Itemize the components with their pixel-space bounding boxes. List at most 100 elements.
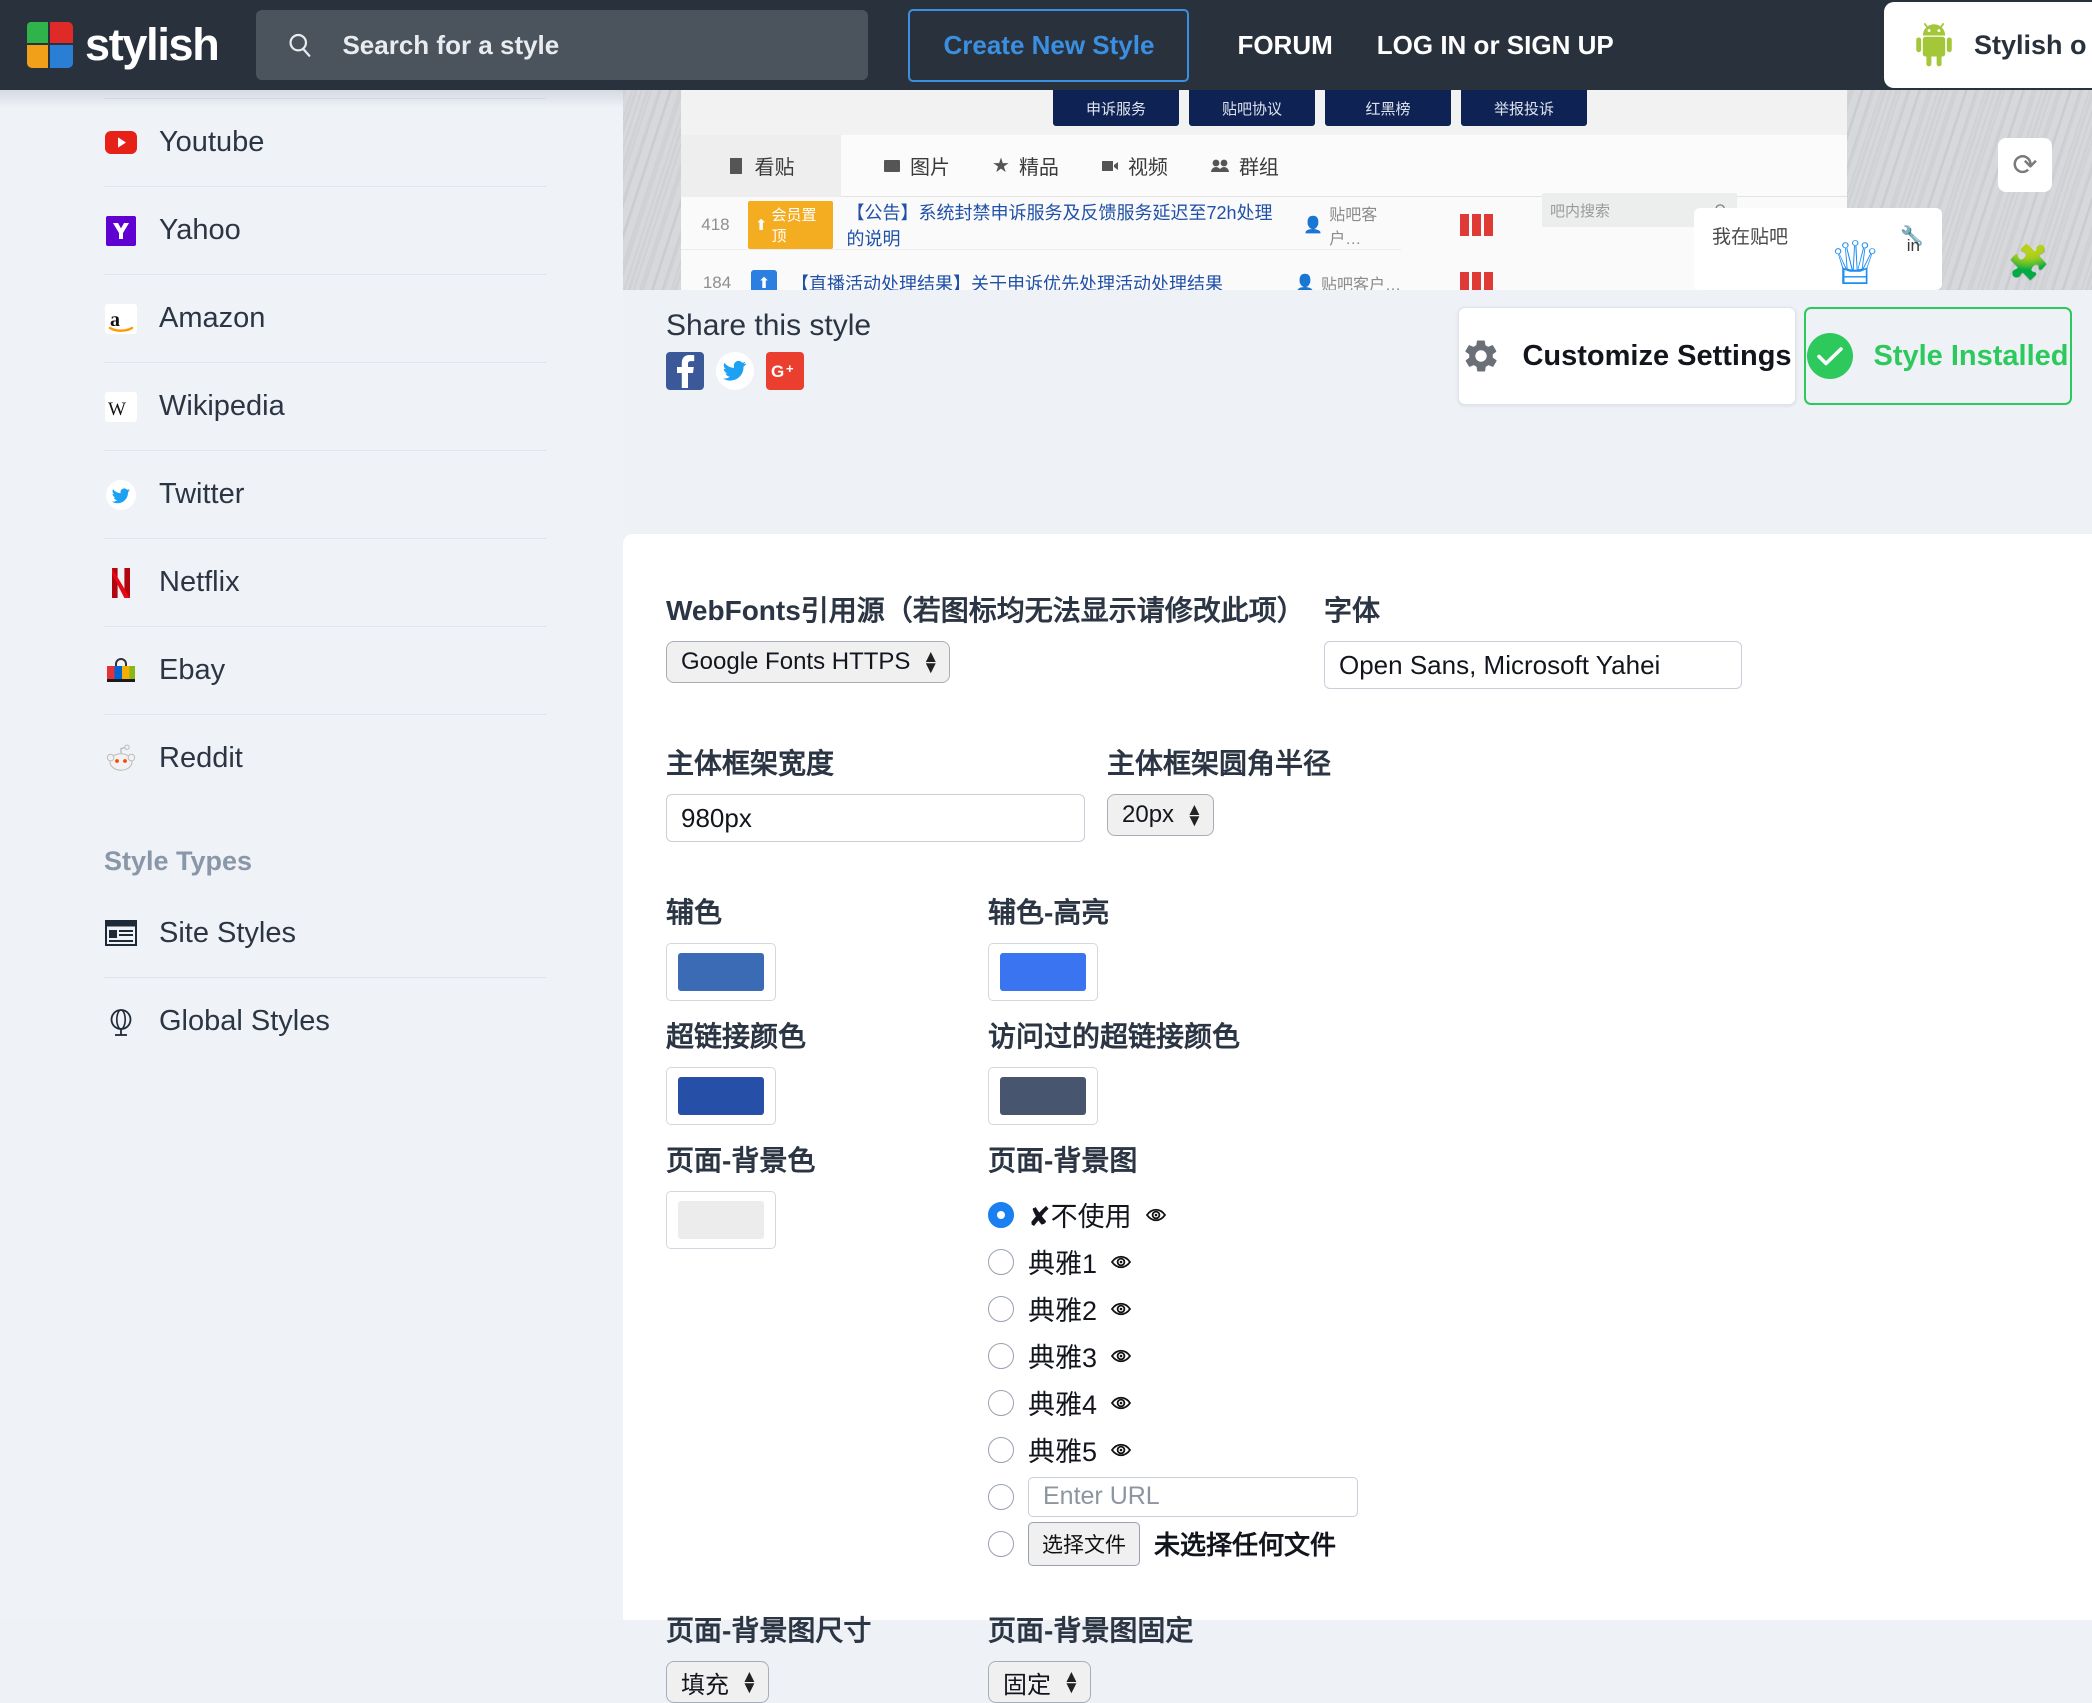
preview-thread-count: 418 [701,214,730,234]
eye-icon[interactable] [1111,1252,1143,1272]
brand-home-link[interactable]: stylish [0,19,220,71]
user-icon: 👤 [1303,216,1324,234]
brand-name: stylish [85,19,220,70]
font-input[interactable]: Open Sans, Microsoft Yahei [1324,641,1742,689]
choose-file-button[interactable]: 选择文件 [1028,1521,1140,1566]
frame-width-input[interactable]: 980px [666,794,1085,842]
bg-file-row[interactable]: 选择文件 未选择任何文件 [988,1520,1358,1567]
page-bg-color-picker[interactable] [666,1191,776,1249]
sidebar-label: Twitter [159,478,245,510]
wikipedia-icon: W [104,390,138,424]
page-bg-image-label: 页面-背景图 [988,1145,1138,1176]
netflix-icon [104,566,138,600]
star-icon: ★ [992,155,1010,177]
share-bar: Share this style G + Customize Settings … [623,290,2092,424]
facebook-share-button[interactable] [666,352,704,390]
bg-url-row[interactable]: Enter URL [988,1473,1358,1520]
preview-thread-title: 【公告】系统封禁申诉服务及反馈服务延迟至72h处理的说明 [846,202,1273,249]
accent-color-picker[interactable] [666,943,776,1001]
style-preview-image[interactable]: 申诉服务 贴吧协议 红黑榜 举报投诉 看贴 图片 ★ 精品 视频 群组 吧内搜索… [623,90,2092,290]
page-bg-color-label: 页面-背景色 [666,1145,816,1176]
bg-option-row[interactable]: 典雅4 [988,1379,1358,1426]
sidebar-label: Wikipedia [159,390,285,422]
bg-option-radio[interactable] [988,1436,1014,1463]
sidebar-item-wikipedia[interactable]: W Wikipedia [104,362,546,450]
bg-option-label: ✘不使用 [1028,1202,1132,1232]
eye-icon[interactable] [1111,1393,1143,1413]
bg-option-row[interactable]: 典雅5 [988,1426,1358,1473]
bg-option-row[interactable]: 典雅2 [988,1285,1358,1332]
bg-option-radio[interactable] [988,1342,1014,1369]
sidebar-sites-list: Youtube Yahoo a Amazon W Wikipedia Twitt… [0,98,623,802]
sidebar-item-amazon[interactable]: a Amazon [104,274,546,362]
visited-link-picker[interactable] [988,1067,1098,1125]
webfonts-source-select[interactable]: Google Fonts HTTPS ▲ ▼ [666,641,951,683]
font-label: 字体 [1324,595,1381,626]
eye-icon[interactable] [1111,1440,1143,1460]
bg-option-row[interactable]: 典雅1 [988,1238,1358,1285]
eye-icon[interactable] [1111,1299,1143,1319]
sidebar-item-youtube[interactable]: Youtube [104,98,546,186]
sidebar-item-yahoo[interactable]: Yahoo [104,186,546,274]
bg-url-input[interactable]: Enter URL [1028,1476,1358,1517]
eye-icon[interactable] [1145,1205,1178,1225]
check-icon [1807,333,1854,379]
refresh-icon: ⟳ [1998,138,2052,192]
nav-login-signup-link[interactable]: LOG IN or SIGN UP [1377,30,1614,61]
search-placeholder: Search for a style [342,29,560,60]
group-icon [1210,159,1229,172]
frame-radius-select[interactable]: 20px ▲ ▼ [1107,794,1214,836]
search-input[interactable]: Search for a style [256,10,869,80]
accent-highlight-picker[interactable] [988,943,1098,1001]
arrow-up-icon: ⬆ [754,216,768,234]
sidebar-item-ebay[interactable]: Ebay [104,626,546,714]
bg-size-select[interactable]: 填充 ▲ ▼ [666,1661,769,1703]
extension-indicator[interactable]: Stylish o [1884,2,2092,88]
sidebar: Youtube Yahoo a Amazon W Wikipedia Twitt… [0,90,623,1620]
bg-option-label: 典雅1 [1028,1249,1098,1279]
bg-url-radio[interactable] [988,1483,1014,1510]
nav-forum-link[interactable]: FORUM [1237,30,1332,61]
bg-option-radio[interactable] [988,1201,1014,1228]
bg-fixed-select[interactable]: 固定 ▲ ▼ [988,1661,1091,1703]
visited-link-label: 访问过的超链接颜色 [988,1021,1241,1052]
sidebar-item-reddit[interactable]: Reddit [104,714,546,802]
webfonts-label: WebFonts引用源（若图标均无法显示请修改此项） [666,595,1305,626]
bg-option-row[interactable]: ✘不使用 [988,1191,1358,1238]
bg-option-radio[interactable] [988,1248,1014,1275]
sidebar-item-global-styles[interactable]: Global Styles [104,977,546,1065]
bg-option-radio[interactable] [988,1389,1014,1416]
bg-file-radio[interactable] [988,1530,1014,1557]
settings-row-colors: 辅色 超链接颜色 页面-背景色 辅色-高亮 访问过的超链接颜色 页面-背景图 ✘… [666,891,2092,1567]
customize-settings-button[interactable]: Customize Settings [1458,307,1796,405]
bg-size-label: 页面-背景图尺寸 [666,1615,872,1646]
sidebar-item-twitter[interactable]: Twitter [104,450,546,538]
user-icon: 👤 [1295,274,1315,291]
eye-icon[interactable] [1111,1346,1143,1366]
preview-badge-label: 会员置顶 [771,206,817,245]
sidebar-item-netflix[interactable]: Netflix [104,538,546,626]
search-icon [289,33,311,57]
video-icon [1101,160,1118,171]
style-installed-label: Style Installed [1873,339,2069,372]
create-new-style-button[interactable]: Create New Style [908,8,1190,82]
style-installed-button[interactable]: Style Installed [1804,307,2072,405]
sidebar-section-title: Style Types [104,846,253,876]
preview-dark-tab: 申诉服务 [1053,90,1179,126]
android-icon [1916,23,1952,67]
frame-radius-value: 20px [1122,801,1175,828]
chevron-updown-icon: ▲ ▼ [741,1666,758,1697]
sidebar-label: Global Styles [159,1005,330,1037]
global-styles-icon [104,1005,138,1039]
bg-option-radio[interactable] [988,1295,1014,1322]
bg-option-row[interactable]: 典雅3 [988,1332,1358,1379]
googleplus-share-button[interactable]: G + [766,352,804,390]
link-color-label: 超链接颜色 [666,1021,807,1052]
sidebar-label: Yahoo [159,214,241,246]
preview-red-bars [1460,271,1493,290]
customize-settings-label: Customize Settings [1522,339,1792,372]
twitter-share-button[interactable] [716,352,754,390]
sidebar-item-site-styles[interactable]: Site Styles [104,889,546,977]
preview-nav-item: ★ 精品 [992,151,1059,180]
link-color-picker[interactable] [666,1067,776,1125]
